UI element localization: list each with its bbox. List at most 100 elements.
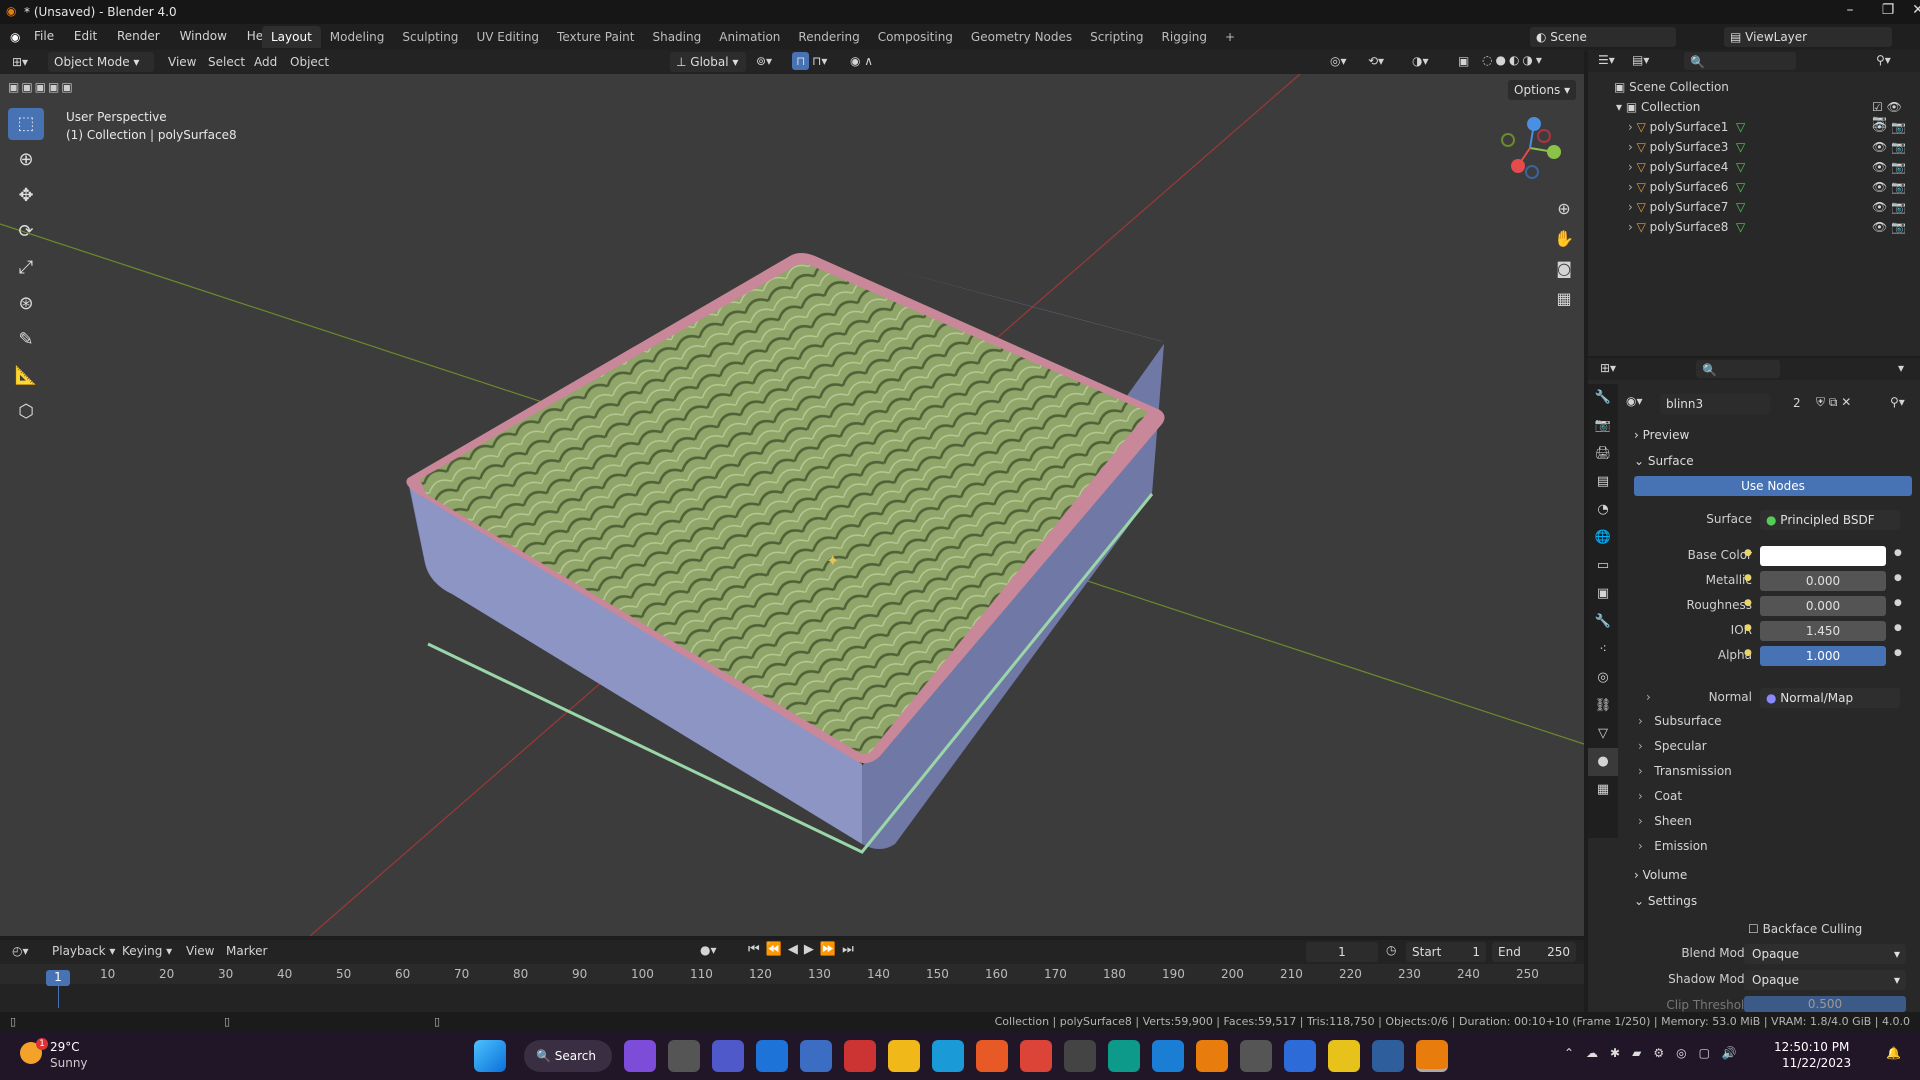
backface-culling-checkbox[interactable]: ☐ Backface Culling [1748, 922, 1862, 936]
gizmo-x-icon[interactable] [1511, 159, 1525, 173]
playback-controls-icon[interactable]: ⏮⏪◀▶⏩⏭ [748, 942, 860, 957]
physics-tab-icon[interactable]: ◎ [1588, 664, 1618, 692]
app-icon-4[interactable] [1284, 1040, 1316, 1072]
visibility-toggle-icons[interactable]: 👁 📷 [1872, 200, 1906, 214]
scene-collection-row[interactable]: ▣ Scene Collection [1614, 80, 1729, 94]
outliner-item[interactable]: › ▽ polySurface6 ▽ 👁 📷 [1628, 180, 1918, 200]
keyframe-dot-icon[interactable]: ● [1894, 598, 1902, 608]
volume-section[interactable]: › Volume [1634, 868, 1687, 882]
tab-animation[interactable]: Animation [710, 26, 789, 48]
grid-view-icon[interactable]: ▦ [1554, 284, 1574, 314]
select-box-icon[interactable]: ⬚ [8, 108, 44, 140]
expand-arrow-icon[interactable]: › [1628, 220, 1637, 234]
orientation-selector[interactable]: ⊥ Global ▾ [670, 52, 746, 72]
props-editor-icon[interactable]: ⊞▾ [1600, 361, 1616, 375]
tab-uv-editing[interactable]: UV Editing [467, 26, 548, 48]
select-mode-icons[interactable]: ▣▣▣▣▣ [8, 80, 75, 94]
gizmo-y-icon[interactable] [1547, 145, 1561, 159]
menu-edit[interactable]: Edit [74, 29, 97, 43]
visibility-toggle-icons[interactable]: 👁 📷 [1872, 180, 1906, 194]
expand-arrow-icon[interactable]: › [1628, 140, 1637, 154]
cursor-icon[interactable]: ⊕ [8, 144, 44, 176]
data-tab-icon[interactable]: ▽ [1588, 720, 1618, 748]
chrome-icon[interactable] [1020, 1040, 1052, 1072]
outliner-item[interactable]: › ▽ polySurface7 ▽ 👁 📷 [1628, 200, 1918, 220]
edge-icon[interactable] [932, 1040, 964, 1072]
rotate-icon[interactable]: ⟳ [8, 216, 44, 248]
app-icon-5[interactable] [1372, 1040, 1404, 1072]
blend-mode-select[interactable]: Opaque ▾ [1744, 944, 1906, 964]
material-filter-icon[interactable]: ⚲▾ [1890, 395, 1905, 409]
snap-icon[interactable]: ⊓ [792, 52, 810, 70]
constraints-tab-icon[interactable]: ⛓ [1588, 692, 1618, 720]
tab-rendering[interactable]: Rendering [789, 26, 868, 48]
render-tab-icon[interactable]: 📷 [1588, 412, 1618, 440]
keyframe-dot-icon[interactable]: ● [1894, 623, 1902, 633]
store-icon[interactable] [800, 1040, 832, 1072]
settings-section[interactable]: ⌄ Settings [1634, 894, 1697, 908]
expand-arrow-icon[interactable]: › [1628, 120, 1637, 134]
menu-keying[interactable]: Keying ▾ [122, 944, 172, 958]
3d-viewport[interactable]: ✦ User Perspective (1) Collection | poly… [0, 74, 1584, 936]
menu-select[interactable]: Select [208, 55, 245, 69]
outliner-search-input[interactable]: 🔍 [1684, 52, 1796, 70]
material-users-count[interactable]: 2 [1793, 396, 1801, 410]
particles-tab-icon[interactable]: ⁖ [1588, 636, 1618, 664]
overlay-icon[interactable]: ◑▾ [1412, 54, 1429, 68]
gizmo-icon[interactable]: ⟲▾ [1368, 54, 1384, 68]
mattress-model[interactable]: ✦ [406, 253, 1165, 854]
tab-compositing[interactable]: Compositing [869, 26, 962, 48]
clip-threshold-field[interactable]: 0.500 [1744, 996, 1906, 1012]
collection-tab-icon[interactable]: ▭ [1588, 552, 1618, 580]
pivot-icon[interactable]: ⊚▾ [756, 54, 772, 68]
proportional-edit-icon[interactable]: ◉ ∧ [850, 54, 873, 68]
props-search-input[interactable]: 🔍 [1696, 360, 1780, 378]
office-icon[interactable] [844, 1040, 876, 1072]
subpanel-toggle[interactable]: › Transmission [1638, 764, 1732, 778]
xray-icon[interactable]: ▣ [1458, 54, 1469, 68]
world-tab-icon[interactable]: 🌐 [1588, 524, 1618, 552]
subpanel-toggle[interactable]: › Subsurface [1638, 714, 1721, 728]
expand-arrow-icon[interactable]: › [1628, 200, 1637, 214]
auto-keying-icon[interactable]: ●▾ [700, 943, 717, 957]
move-icon[interactable]: ✥ [8, 180, 44, 212]
pan-hand-icon[interactable]: ✋ [1554, 224, 1574, 254]
taskbar-search[interactable]: 🔍 Search [524, 1040, 612, 1072]
editor-type-icon[interactable]: ⊞▾ [12, 55, 28, 69]
surface-shader-field[interactable]: ● Principled BSDF [1760, 510, 1900, 530]
menu-playback[interactable]: Playback ▾ [52, 944, 115, 958]
material-name-field[interactable]: blinn3 [1660, 394, 1770, 414]
menu-timeline-view[interactable]: View [186, 944, 214, 958]
close-icon[interactable]: ✕ [1898, 2, 1920, 18]
maya-icon[interactable] [1108, 1040, 1140, 1072]
surface-section[interactable]: ⌄ Surface [1634, 454, 1694, 468]
menu-object[interactable]: Object [290, 55, 329, 69]
display-mode-icon[interactable]: ▤▾ [1632, 53, 1649, 67]
tab-scripting[interactable]: Scripting [1081, 26, 1152, 48]
outliner-item[interactable]: › ▽ polySurface1 ▽ 👁 📷 [1628, 120, 1918, 140]
collection-row[interactable]: ▾ ▣ Collection ☑ 👁 📷 [1616, 100, 1916, 128]
start-frame-field[interactable]: Start 1 [1406, 942, 1486, 962]
timeline-editor-icon[interactable]: ◴▾ [12, 944, 29, 958]
menu-window[interactable]: Window [180, 29, 227, 43]
annotate-icon[interactable]: ✎ [8, 324, 44, 356]
tab-modeling[interactable]: Modeling [321, 26, 394, 48]
mail-icon[interactable] [756, 1040, 788, 1072]
keyframe-dot-icon[interactable]: ● [1894, 648, 1902, 658]
menu-marker[interactable]: Marker [226, 944, 267, 958]
material-actions-icons[interactable]: ⛨ ⧉ ✕ [1816, 395, 1851, 410]
brave-icon[interactable] [976, 1040, 1008, 1072]
keyframe-dot-icon[interactable]: ● [1894, 573, 1902, 583]
preview-section[interactable]: › Preview [1634, 428, 1689, 442]
mode-selector[interactable]: Object Mode ▾ [48, 52, 154, 72]
tab-texture-paint[interactable]: Texture Paint [548, 26, 643, 48]
keyframe-dot-icon[interactable]: ● [1894, 548, 1902, 558]
visibility-toggle-icons[interactable]: 👁 📷 [1872, 120, 1906, 134]
copilot-icon[interactable] [624, 1040, 656, 1072]
modifier-tab-icon[interactable]: 🔧 [1588, 608, 1618, 636]
outliner-editor-icon[interactable]: ☰▾ [1598, 53, 1615, 67]
prop-field[interactable]: 0.000 [1760, 596, 1886, 616]
end-frame-field[interactable]: End 250 [1492, 942, 1576, 962]
visibility-icon[interactable]: ◎▾ [1330, 54, 1347, 68]
blender-active-icon[interactable] [1416, 1040, 1448, 1072]
